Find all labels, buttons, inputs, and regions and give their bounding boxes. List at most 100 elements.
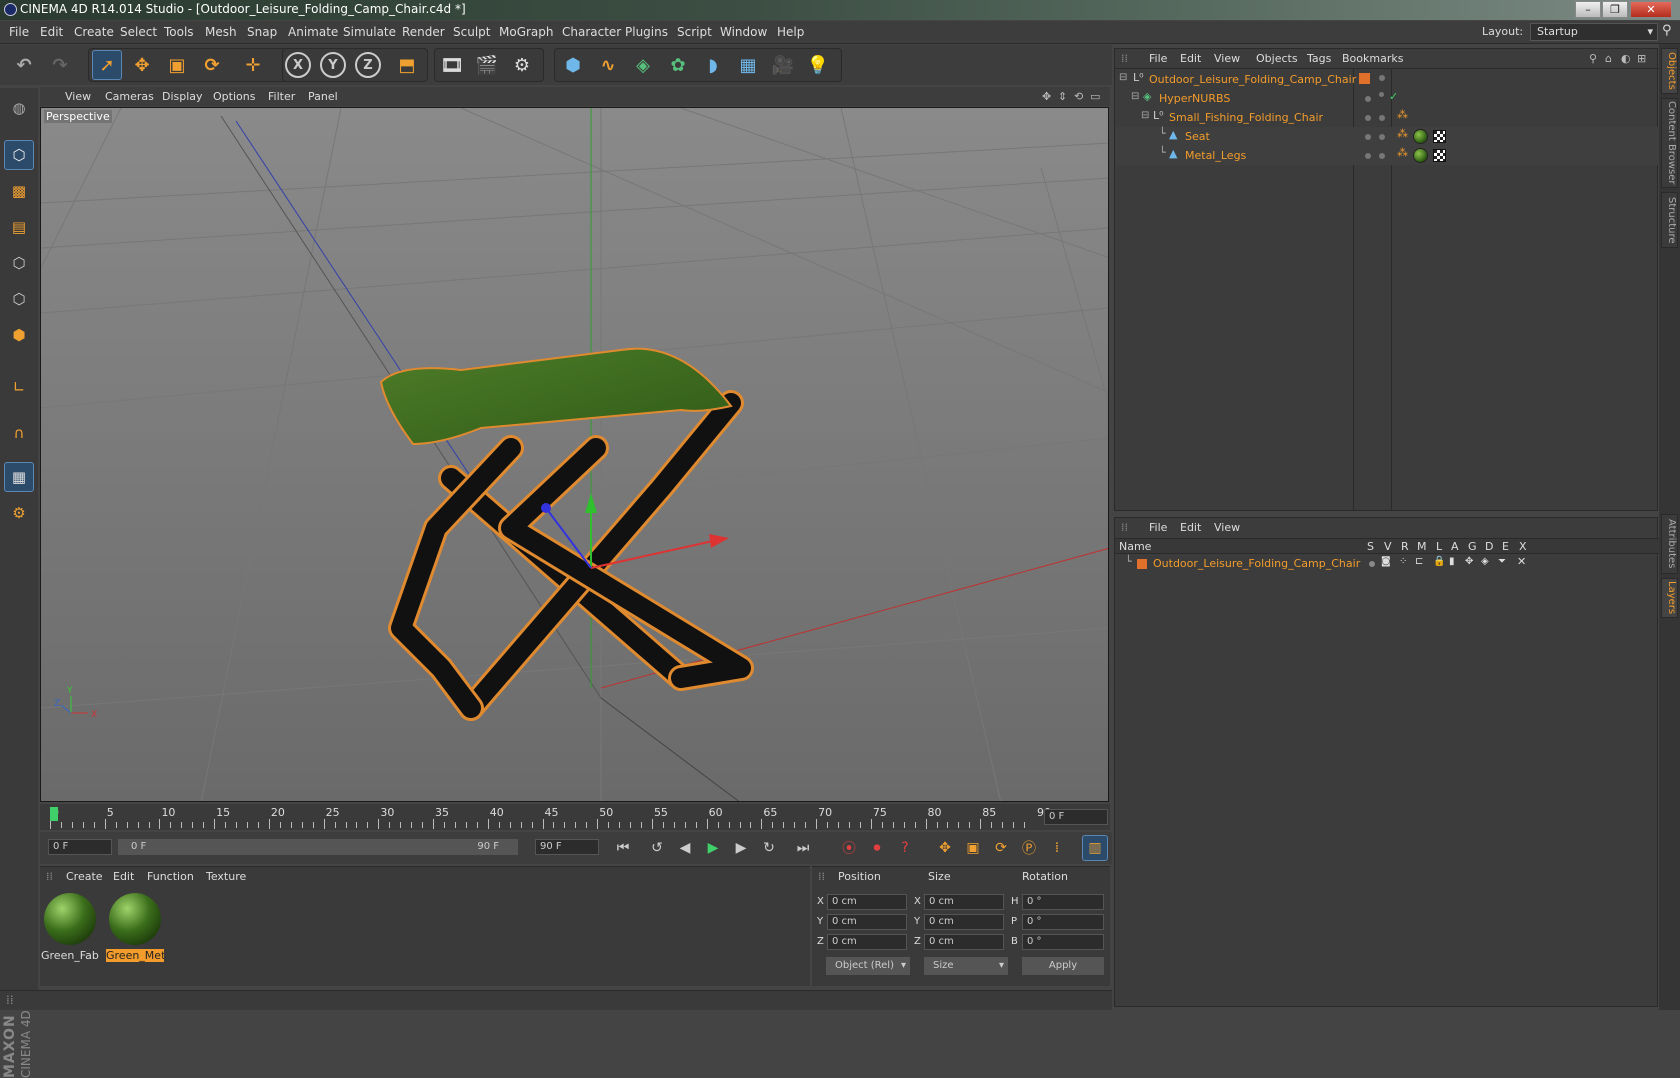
new-window-icon[interactable]: ⊞ bbox=[1637, 52, 1646, 65]
gizmo-z-handle[interactable] bbox=[541, 503, 551, 513]
render-view-icon[interactable]: 🎞 bbox=[437, 50, 467, 80]
select-arrow-icon[interactable]: ➚ bbox=[92, 50, 122, 80]
column-solo[interactable]: S bbox=[1367, 540, 1374, 553]
menu-tools[interactable]: Tools bbox=[164, 25, 194, 39]
material-menu-edit[interactable]: Edit bbox=[113, 870, 134, 883]
key-parameter-icon[interactable]: Ⓟ bbox=[1016, 835, 1042, 861]
snap-settings-icon[interactable]: ⚙ bbox=[4, 498, 34, 528]
lock-toggle-icon[interactable]: 🔒 bbox=[1433, 556, 1445, 567]
render-toggle-icon[interactable]: ⁘ bbox=[1399, 556, 1407, 567]
enabled-check-icon[interactable]: ✓ bbox=[1389, 90, 1398, 103]
tree-item[interactable]: ⊟ L⁰ Outdoor_Leisure_Folding_Camp_Chair bbox=[1115, 70, 1659, 89]
render-dot[interactable] bbox=[1379, 92, 1384, 97]
phong-tag-icon[interactable]: ⁂ bbox=[1397, 146, 1408, 159]
minimize-button[interactable]: – bbox=[1575, 1, 1601, 18]
search-icon[interactable]: ⚲ bbox=[1662, 23, 1672, 38]
phong-tag-icon[interactable]: ⁂ bbox=[1397, 108, 1408, 121]
animation-toggle-icon[interactable]: ▮ bbox=[1449, 556, 1455, 567]
material-tag-icon[interactable] bbox=[1413, 148, 1428, 163]
make-editable-icon[interactable]: ◍ bbox=[4, 93, 34, 123]
menu-animate[interactable]: Animate bbox=[288, 25, 338, 39]
model-mode-icon[interactable]: ⬡ bbox=[4, 140, 34, 170]
3d-viewport[interactable]: Y X Z Perspective bbox=[40, 107, 1109, 802]
live-select-icon[interactable]: ✛ bbox=[238, 50, 268, 80]
redo-icon[interactable]: ↷ bbox=[45, 50, 75, 80]
menu-help[interactable]: Help bbox=[777, 25, 804, 39]
deformers-toggle-icon[interactable]: ◈ bbox=[1481, 556, 1489, 567]
close-button[interactable]: ✕ bbox=[1630, 1, 1672, 18]
layout-dropdown[interactable]: Startup ▾ bbox=[1530, 23, 1658, 41]
menu-snap[interactable]: Snap bbox=[247, 25, 277, 39]
solo-toggle[interactable] bbox=[1369, 561, 1375, 567]
menu-file[interactable]: File bbox=[9, 25, 29, 39]
key-position-icon[interactable]: ✥ bbox=[932, 835, 958, 861]
menu-mesh[interactable]: Mesh bbox=[205, 25, 237, 39]
visibility-dot[interactable] bbox=[1365, 134, 1371, 140]
tab-content-browser[interactable]: Content Browser bbox=[1661, 98, 1678, 188]
maximize-button[interactable]: ❐ bbox=[1602, 1, 1628, 18]
size-x-field[interactable]: 0 cm bbox=[924, 894, 1004, 910]
menu-character[interactable]: Character bbox=[562, 25, 621, 39]
undo-icon[interactable]: ↶ bbox=[9, 50, 39, 80]
viewport-menu-view[interactable]: View bbox=[65, 90, 91, 103]
previous-frame-icon[interactable]: ◀ bbox=[672, 835, 698, 861]
pan-view-icon[interactable]: ✥ bbox=[1042, 90, 1051, 103]
generators-toggle-icon[interactable]: ✥ bbox=[1465, 556, 1473, 567]
timeline-window-icon[interactable]: ▥ bbox=[1082, 835, 1108, 861]
keyframe-selection-icon[interactable]: ? bbox=[892, 835, 918, 861]
z-axis-lock-icon[interactable]: Z bbox=[355, 52, 381, 78]
render-dot[interactable] bbox=[1379, 115, 1385, 121]
deformer-icon[interactable]: ◗ bbox=[698, 50, 728, 80]
material-tag-icon[interactable] bbox=[1413, 129, 1428, 144]
panel-grip-icon[interactable]: ⁞⁞ bbox=[46, 870, 53, 883]
menu-create[interactable]: Create bbox=[74, 25, 114, 39]
material-swatch[interactable]: Green_Fab bbox=[41, 891, 99, 962]
floor-icon[interactable]: ▦ bbox=[733, 50, 763, 80]
layer-color-chip[interactable] bbox=[1359, 73, 1370, 84]
menu-script[interactable]: Script bbox=[677, 25, 712, 39]
panel-grip-icon[interactable]: ⁞⁞ bbox=[6, 993, 14, 1007]
manager-toggle-icon[interactable]: ⊏ bbox=[1415, 556, 1423, 567]
layer-menu-edit[interactable]: Edit bbox=[1180, 521, 1201, 534]
menu-window[interactable]: Window bbox=[720, 25, 767, 39]
tab-structure[interactable]: Structure bbox=[1661, 192, 1678, 248]
next-frame-icon[interactable]: ▶ bbox=[728, 835, 754, 861]
play-icon[interactable]: ▶ bbox=[700, 835, 726, 861]
tree-item[interactable]: └ ▲ Seat ⁂ bbox=[1115, 127, 1659, 146]
end-frame-field[interactable]: 90 F bbox=[535, 839, 599, 855]
viewport-menu-panel[interactable]: Panel bbox=[308, 90, 338, 103]
y-axis-lock-icon[interactable]: Y bbox=[320, 52, 346, 78]
xref-toggle-icon[interactable]: ✕ bbox=[1517, 555, 1526, 568]
auto-key-icon[interactable]: ⏺ bbox=[864, 835, 890, 861]
apply-button[interactable]: Apply bbox=[1022, 957, 1104, 975]
visibility-dot[interactable] bbox=[1365, 96, 1371, 102]
material-menu-function[interactable]: Function bbox=[147, 870, 194, 883]
visibility-dot[interactable] bbox=[1379, 75, 1385, 81]
render-settings-icon[interactable]: ⚙ bbox=[507, 50, 537, 80]
grid-lock-icon[interactable]: ▦ bbox=[4, 462, 34, 492]
size-z-field[interactable]: 0 cm bbox=[924, 934, 1004, 950]
tree-item[interactable]: ⊟ ◈ HyperNURBS ✓ bbox=[1115, 89, 1659, 108]
material-swatch[interactable]: Green_Met bbox=[106, 891, 164, 962]
layer-color-chip[interactable] bbox=[1137, 559, 1147, 569]
column-deformers[interactable]: D bbox=[1485, 540, 1493, 553]
rotation-h-field[interactable]: 0 ° bbox=[1022, 894, 1104, 910]
rotation-b-field[interactable]: 0 ° bbox=[1022, 934, 1104, 950]
cube-icon[interactable]: ⬢ bbox=[558, 50, 588, 80]
column-xref[interactable]: X bbox=[1519, 540, 1527, 553]
column-render[interactable]: R bbox=[1401, 540, 1409, 553]
home-icon[interactable]: ⌂ bbox=[1605, 52, 1612, 65]
eye-icon[interactable]: ◐ bbox=[1621, 52, 1631, 65]
texture-mode-icon[interactable]: ▩ bbox=[4, 176, 34, 206]
axis-mode-icon[interactable]: ∟ bbox=[4, 372, 34, 402]
viewport-menu-display[interactable]: Display bbox=[162, 90, 203, 103]
points-mode-icon[interactable]: ⬡ bbox=[4, 248, 34, 278]
tab-objects[interactable]: Objects bbox=[1661, 48, 1678, 94]
menu-select[interactable]: Select bbox=[120, 25, 157, 39]
workplane-icon[interactable]: ▤ bbox=[4, 212, 34, 242]
object-menu-view[interactable]: View bbox=[1214, 52, 1240, 65]
orbit-view-icon[interactable]: ⟲ bbox=[1074, 90, 1083, 103]
menu-edit[interactable]: Edit bbox=[40, 25, 63, 39]
key-rotation-icon[interactable]: ⟳ bbox=[988, 835, 1014, 861]
material-menu-texture[interactable]: Texture bbox=[206, 870, 246, 883]
